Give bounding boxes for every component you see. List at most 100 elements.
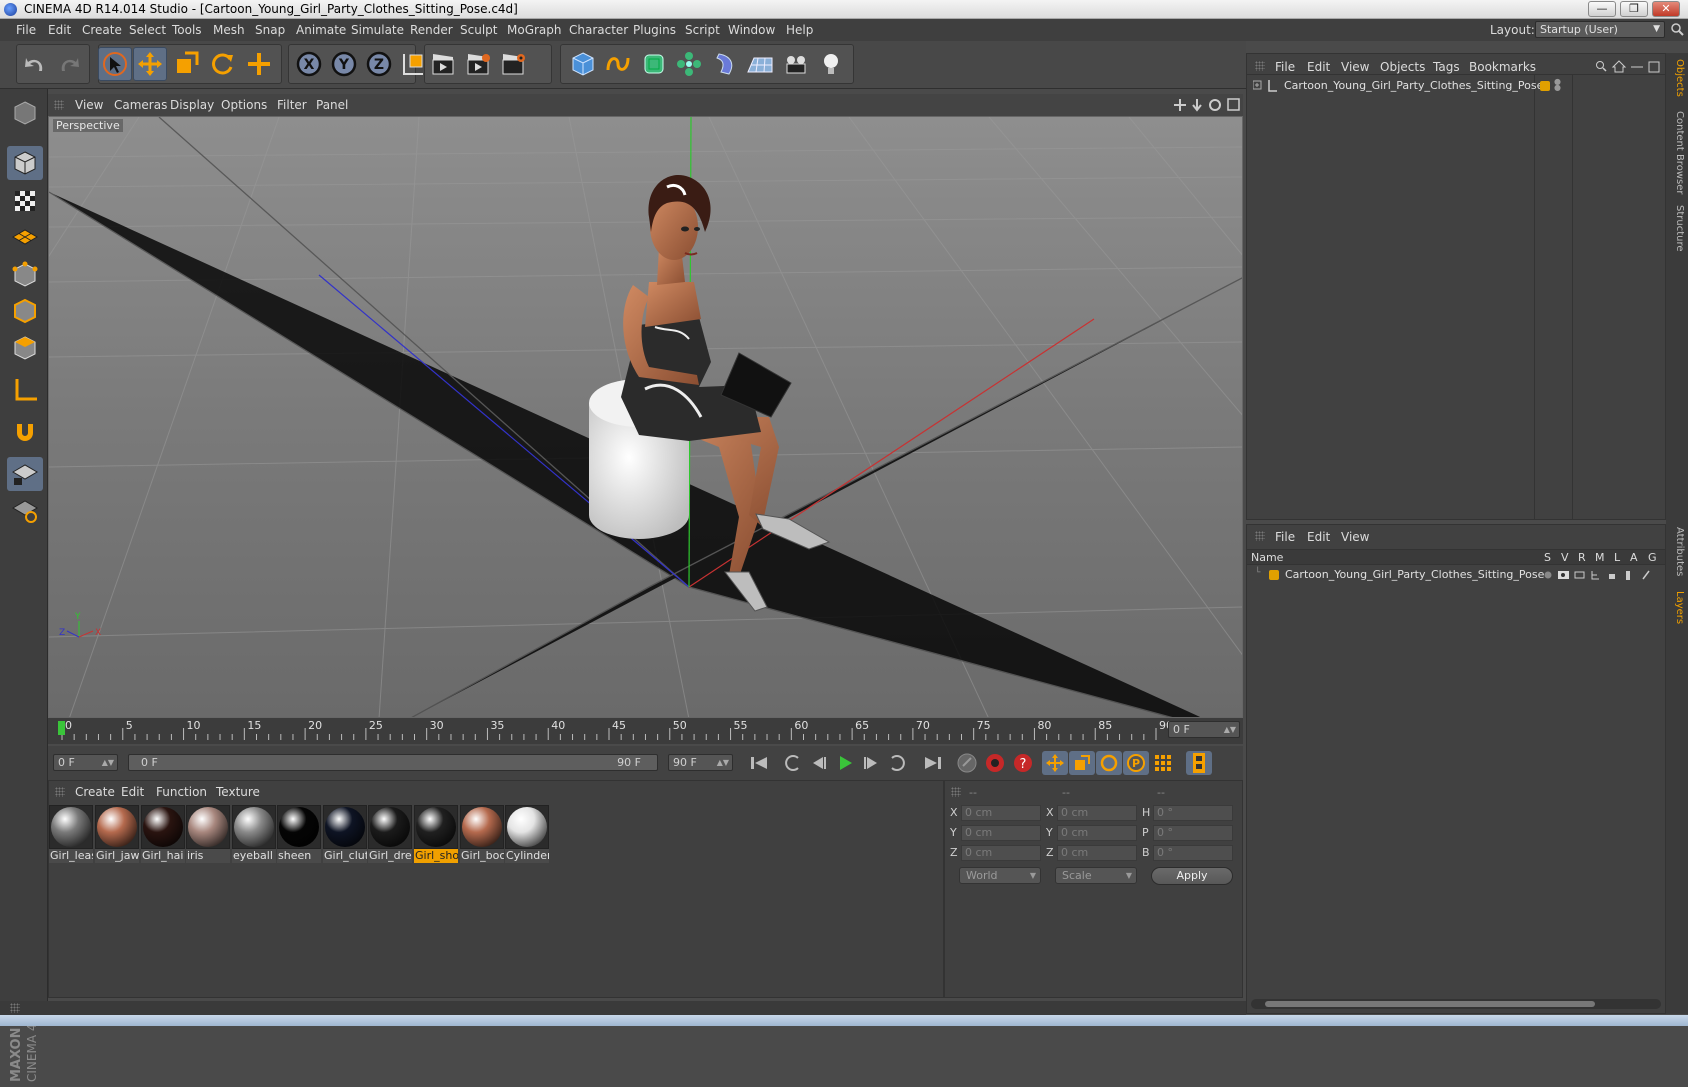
restore-button[interactable]: ❐ [1620, 1, 1648, 17]
viewport-menu-display[interactable]: Display [170, 98, 214, 112]
menu-script[interactable]: Script [685, 23, 720, 37]
objects-menu-view[interactable]: View [1341, 60, 1369, 74]
scale-tool-button[interactable] [169, 47, 203, 81]
tweak-mode-button[interactable] [7, 415, 43, 449]
search-icon[interactable] [1670, 22, 1684, 39]
undo-button[interactable] [18, 47, 52, 81]
pos-x-field[interactable]: 0 cm [961, 805, 1041, 821]
key-parameter-toggle[interactable]: P [1123, 751, 1149, 775]
panel-grip[interactable] [1255, 531, 1265, 541]
horizontal-scrollbar[interactable] [1251, 999, 1661, 1009]
polygons-mode-button[interactable] [7, 331, 43, 365]
objects-menu-edit[interactable]: Edit [1307, 60, 1330, 74]
size-z-field[interactable]: 0 cm [1057, 845, 1137, 861]
go-to-end-button[interactable] [920, 751, 946, 775]
column-locked[interactable]: L [1614, 551, 1620, 564]
snap-settings-button[interactable] [7, 493, 43, 527]
play-button[interactable] [832, 751, 858, 775]
timeline-layout-button[interactable] [1186, 751, 1212, 775]
panel-grip[interactable] [55, 787, 65, 797]
column-manager[interactable]: M [1595, 551, 1605, 564]
texture-mode-button[interactable] [7, 184, 43, 218]
next-frame-button[interactable] [858, 751, 884, 775]
move-tool-button[interactable] [133, 47, 167, 81]
material-menu-edit[interactable]: Edit [121, 785, 144, 799]
column-solo[interactable]: S [1544, 551, 1551, 564]
column-view[interactable]: V [1561, 551, 1569, 564]
menu-mesh[interactable]: Mesh [213, 23, 245, 37]
keyframe-selection-button[interactable]: ? [1010, 751, 1036, 775]
frame-range-slider[interactable]: 0 F 90 F [128, 754, 658, 771]
axis-mode-button[interactable] [7, 373, 43, 407]
cube-object-button[interactable] [566, 47, 600, 81]
points-mode-button[interactable] [7, 258, 43, 292]
previous-key-button[interactable] [780, 751, 806, 775]
layer-name-label[interactable]: Cartoon_Young_Girl_Party_Clothes_Sitting… [1285, 568, 1544, 581]
last-tool-button[interactable] [242, 47, 276, 81]
viewport-menu-options[interactable]: Options [221, 98, 267, 112]
panel-grip[interactable] [1255, 61, 1265, 71]
layers-menu-edit[interactable]: Edit [1307, 530, 1330, 544]
rot-h-field[interactable]: 0 ° [1153, 805, 1233, 821]
material-swatch[interactable]: Girl_boc [460, 805, 504, 863]
size-y-field[interactable]: 0 cm [1057, 825, 1137, 841]
layout-select[interactable]: Startup (User) ▼ [1535, 21, 1665, 38]
tab-attributes[interactable]: Attributes [1669, 527, 1685, 576]
tab-layers[interactable]: Layers [1669, 591, 1685, 624]
deformer-button[interactable] [708, 47, 742, 81]
column-animation[interactable]: A [1630, 551, 1638, 564]
light-object-button[interactable] [814, 47, 848, 81]
menu-select[interactable]: Select [129, 23, 166, 37]
autokeying-button[interactable] [982, 751, 1008, 775]
perspective-viewport[interactable]: Y X Z Perspective [48, 116, 1243, 718]
menu-plugins[interactable]: Plugins [633, 23, 676, 37]
minimize-button[interactable]: — [1588, 1, 1616, 17]
y-axis-lock-button[interactable]: Y [327, 47, 361, 81]
object-name-label[interactable]: Cartoon_Young_Girl_Party_Clothes_Sitting… [1284, 79, 1543, 92]
menu-tools[interactable]: Tools [172, 23, 202, 37]
scrollbar-thumb[interactable] [1265, 1001, 1595, 1007]
end-frame-field[interactable]: 90 F ▲▼ [668, 754, 733, 771]
floor-object-button[interactable] [743, 47, 777, 81]
menu-character[interactable]: Character [569, 23, 628, 37]
array-object-button[interactable] [672, 47, 706, 81]
layer-color-tag[interactable] [1540, 81, 1550, 91]
live-selection-button[interactable] [98, 47, 132, 81]
workplane-lock-button[interactable] [7, 457, 43, 491]
playhead[interactable] [58, 721, 65, 735]
viewport-navigation-icons[interactable] [1174, 98, 1242, 112]
model-mode-button[interactable] [7, 146, 43, 180]
tab-content-browser[interactable]: Content Browser [1669, 111, 1685, 194]
nurbs-object-button[interactable] [637, 47, 671, 81]
menu-create[interactable]: Create [82, 23, 122, 37]
rot-p-field[interactable]: 0 ° [1153, 825, 1233, 841]
layer-color-swatch[interactable] [1269, 570, 1279, 580]
material-menu-texture[interactable]: Texture [216, 785, 260, 799]
pos-y-field[interactable]: 0 cm [961, 825, 1041, 841]
start-frame-field[interactable]: 0 F ▲▼ [53, 754, 118, 771]
render-view-button[interactable] [426, 47, 460, 81]
column-generators[interactable]: G [1648, 551, 1657, 564]
spline-object-button[interactable] [601, 47, 635, 81]
key-rotation-toggle[interactable] [1096, 751, 1122, 775]
menu-animate[interactable]: Animate [296, 23, 346, 37]
current-frame-field[interactable]: 0 F ▲▼ [1168, 721, 1240, 738]
material-swatch[interactable]: iris [186, 805, 230, 863]
menu-file[interactable]: File [16, 23, 36, 37]
menu-help[interactable]: Help [786, 23, 813, 37]
material-swatch[interactable]: eyeball [232, 805, 276, 863]
menu-sculpt[interactable]: Sculpt [460, 23, 497, 37]
menu-edit[interactable]: Edit [48, 23, 71, 37]
objects-menu-file[interactable]: File [1275, 60, 1295, 74]
viewport-menu-cameras[interactable]: Cameras [114, 98, 167, 112]
menu-window[interactable]: Window [728, 23, 775, 37]
objects-menu-tags[interactable]: Tags [1433, 60, 1460, 74]
transform-mode-dropdown[interactable]: Scale ▼ [1055, 867, 1137, 884]
viewport-menu-filter[interactable]: Filter [277, 98, 307, 112]
layers-menu-file[interactable]: File [1275, 530, 1295, 544]
record-keys-button[interactable] [954, 751, 980, 775]
key-position-toggle[interactable] [1042, 751, 1068, 775]
objects-menu-objects[interactable]: Objects [1380, 60, 1425, 74]
panel-grip[interactable] [54, 100, 64, 110]
close-button[interactable]: ✕ [1652, 1, 1680, 17]
